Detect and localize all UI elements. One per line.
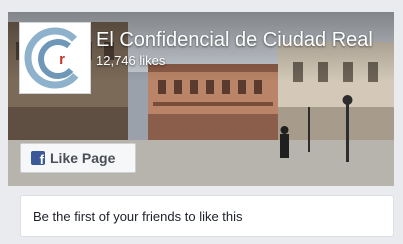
like-page-label: Like Page bbox=[50, 150, 116, 166]
like-count: 12,746 likes bbox=[96, 53, 166, 68]
page-avatar[interactable]: r bbox=[19, 22, 91, 94]
facebook-f-icon: f bbox=[31, 151, 45, 167]
social-context: Be the first of your friends to like thi… bbox=[20, 195, 394, 237]
page-name-link[interactable]: El Confidencial de Ciudad Real bbox=[96, 28, 386, 52]
ecr-logo-icon: r bbox=[24, 27, 86, 89]
cover-photo[interactable]: r El Confidencial de Ciudad Real 12,746 … bbox=[8, 12, 394, 186]
facebook-page-plugin: r El Confidencial de Ciudad Real 12,746 … bbox=[8, 12, 394, 238]
svg-text:r: r bbox=[59, 51, 65, 68]
facebook-glyph: f bbox=[39, 152, 44, 167]
like-page-button[interactable]: f Like Page bbox=[20, 143, 136, 173]
